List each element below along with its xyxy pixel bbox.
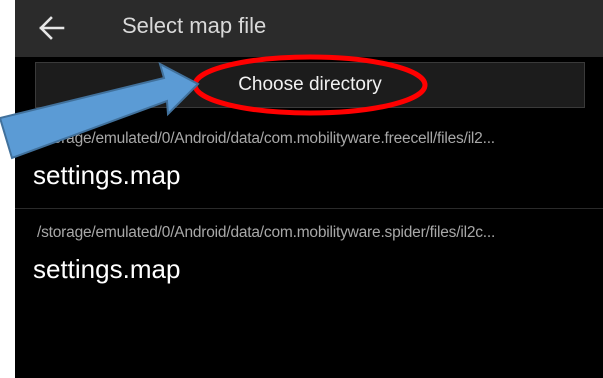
arrow-left-icon — [39, 16, 65, 40]
list-divider — [15, 208, 603, 209]
file-name: settings.map — [33, 254, 181, 284]
file-path: /storage/emulated/0/Android/data/com.mob… — [37, 130, 495, 147]
file-path: /storage/emulated/0/Android/data/com.mob… — [37, 224, 496, 241]
file-name: settings.map — [33, 160, 181, 190]
file-list-item[interactable]: /storage/emulated/0/Android/data/com.mob… — [15, 118, 603, 210]
page-title: Select map file — [122, 13, 267, 38]
app-bar: Select map file — [15, 0, 603, 57]
back-button[interactable] — [33, 10, 73, 46]
choose-directory-button[interactable]: Choose directory — [35, 62, 585, 108]
android-screen: Select map file Choose directory /storag… — [15, 0, 603, 378]
file-list-item[interactable]: /storage/emulated/0/Android/data/com.mob… — [15, 212, 603, 304]
